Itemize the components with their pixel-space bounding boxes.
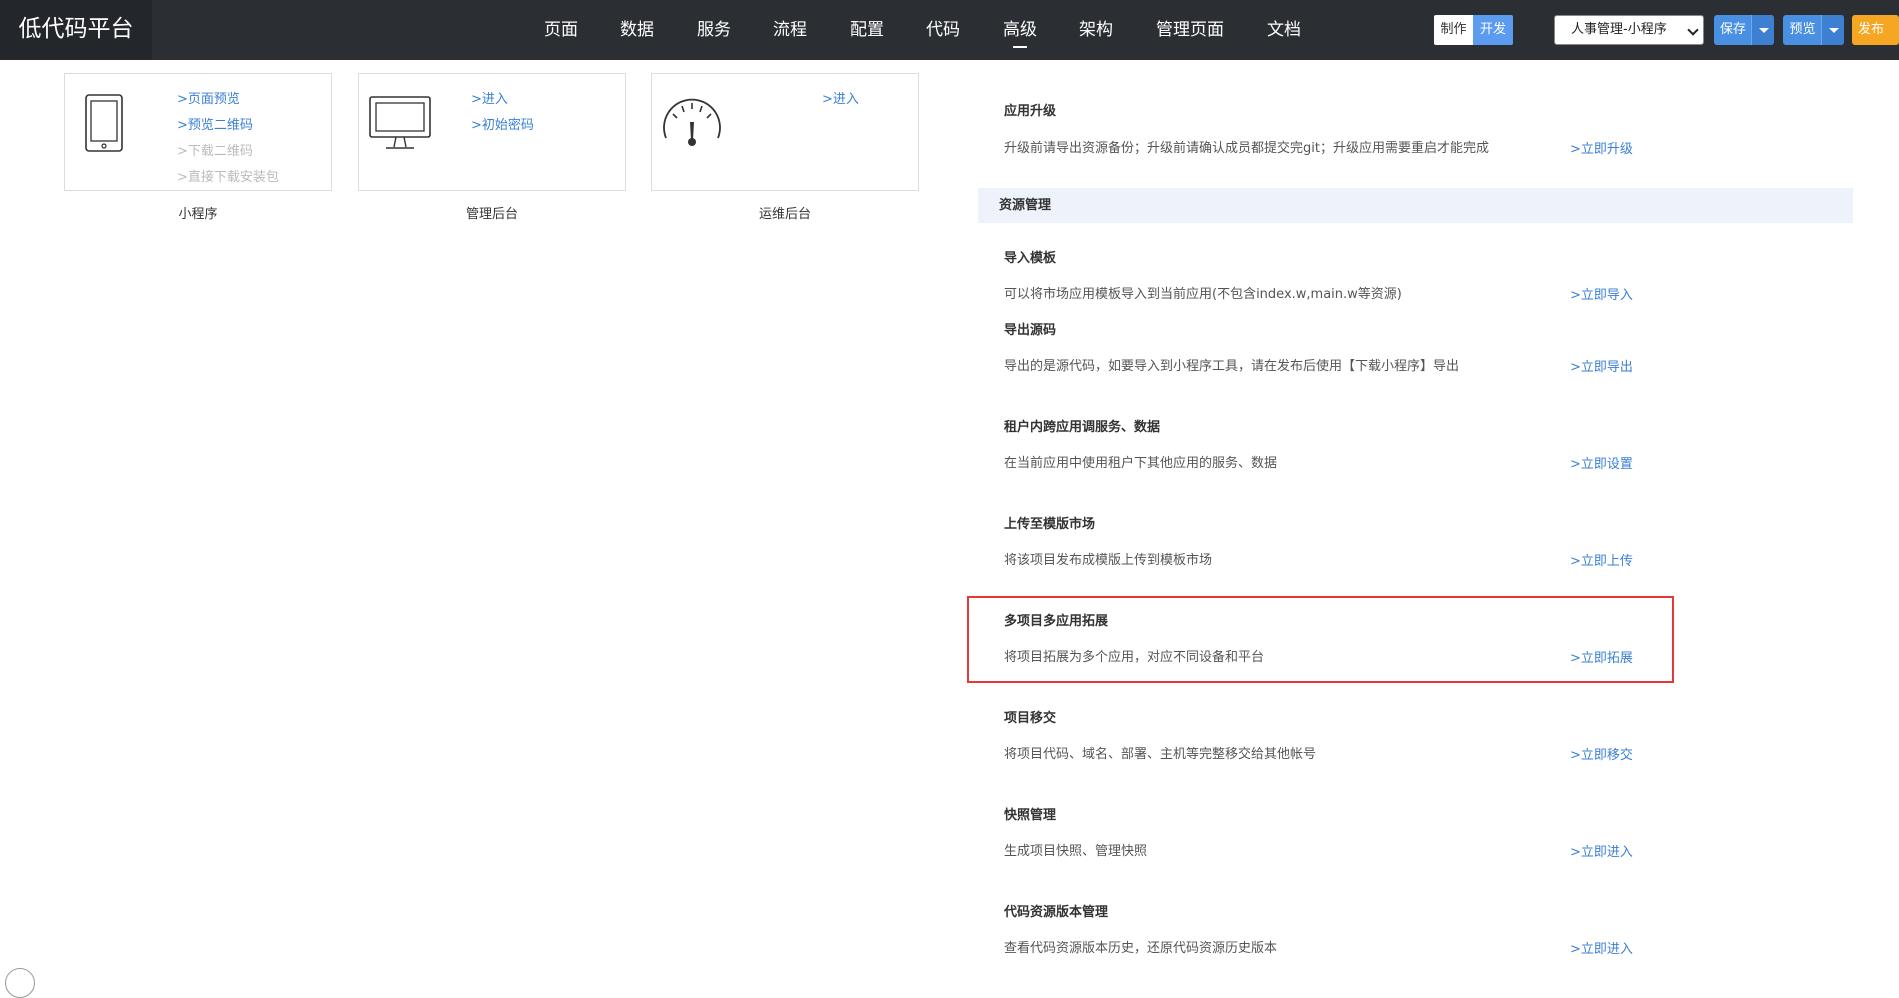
version-management-action-link[interactable]: >立即进入: [1570, 938, 1633, 957]
publish-button[interactable]: 发布: [1852, 15, 1899, 45]
card-mini-program-links: >页面预览 >预览二维码 >下载二维码 >直接下载安装包: [177, 87, 279, 191]
export-source-desc: 导出的是源代码，如要导入到小程序工具，请在发布后使用【下载小程序】导出: [1004, 359, 1460, 374]
gauge-icon: [663, 98, 721, 146]
card-mini-program-caption: 小程序: [178, 207, 218, 222]
card-admin-backend-caption: 管理后台: [465, 207, 518, 222]
download-qrcode-link: >下载二维码: [177, 144, 253, 159]
preview-qrcode-link[interactable]: >预览二维码: [177, 113, 279, 139]
nav-item-data[interactable]: 数据: [620, 0, 654, 60]
monitor-icon: [369, 96, 431, 149]
import-template-title: 导入模板: [1004, 251, 1057, 266]
project-transfer-title: 项目移交: [1004, 711, 1057, 726]
snapshot-title: 快照管理: [1004, 808, 1057, 823]
upload-market-action-link[interactable]: >立即上传: [1570, 550, 1633, 569]
nav-item-process[interactable]: 流程: [773, 0, 807, 60]
download-package-link: >直接下载安装包: [177, 170, 279, 185]
upload-market-title: 上传至模版市场: [1004, 517, 1096, 532]
card-admin-backend-links: >进入 >初始密码: [471, 87, 534, 139]
cross-app-service-action-link[interactable]: >立即设置: [1570, 453, 1633, 472]
version-management-title: 代码资源版本管理: [1004, 905, 1109, 920]
version-management-desc: 查看代码资源版本历史，还原代码资源历史版本: [1004, 941, 1278, 956]
snapshot-desc: 生成项目快照、管理快照: [1004, 844, 1148, 859]
page-preview-link[interactable]: >页面预览: [177, 87, 279, 113]
card-ops-backend: >进入: [651, 73, 919, 191]
import-template-action-link[interactable]: >立即导入: [1570, 284, 1633, 303]
brand-logo[interactable]: 低代码平台: [0, 0, 152, 60]
import-template-desc: 可以将市场应用模板导入到当前应用(不包含index.w,main.w等资源): [1004, 287, 1402, 302]
publish-button-label: 发布: [1857, 22, 1884, 37]
card-mini-program: >页面预览 >预览二维码 >下载二维码 >直接下载安装包: [64, 73, 332, 191]
resource-management-list: 导入模板 可以将市场应用模板导入到当前应用(不包含index.w,main.w等…: [978, 0, 1853, 978]
snapshot-action-link[interactable]: >立即进入: [1570, 841, 1633, 860]
upload-market-desc: 将该项目发布成模版上传到模板市场: [1004, 553, 1213, 568]
cross-app-service-title: 租户内跨应用调服务、数据: [1004, 420, 1161, 435]
highlight-box: [967, 596, 1674, 683]
nav-item-code[interactable]: 代码: [926, 0, 960, 60]
export-source-action-link[interactable]: >立即导出: [1570, 356, 1633, 375]
card-ops-backend-links: >进入: [822, 87, 859, 113]
floating-circle-icon[interactable]: [5, 968, 35, 998]
cross-app-service-desc: 在当前应用中使用租户下其他应用的服务、数据: [1004, 456, 1278, 471]
nav-item-config[interactable]: 配置: [850, 0, 884, 60]
project-transfer-desc: 将项目代码、域名、部署、主机等完整移交给其他帐号: [1004, 747, 1317, 762]
phone-icon: [85, 94, 123, 152]
export-source-title: 导出源码: [1004, 323, 1057, 338]
admin-enter-link[interactable]: >进入: [471, 87, 534, 113]
project-transfer-action-link[interactable]: >立即移交: [1570, 744, 1633, 763]
card-admin-backend: >进入 >初始密码: [358, 73, 626, 191]
initial-password-link[interactable]: >初始密码: [471, 113, 534, 139]
nav-item-service[interactable]: 服务: [697, 0, 731, 60]
card-ops-backend-caption: 运维后台: [758, 207, 811, 222]
ops-enter-link[interactable]: >进入: [822, 87, 859, 113]
nav-item-page[interactable]: 页面: [544, 0, 578, 60]
